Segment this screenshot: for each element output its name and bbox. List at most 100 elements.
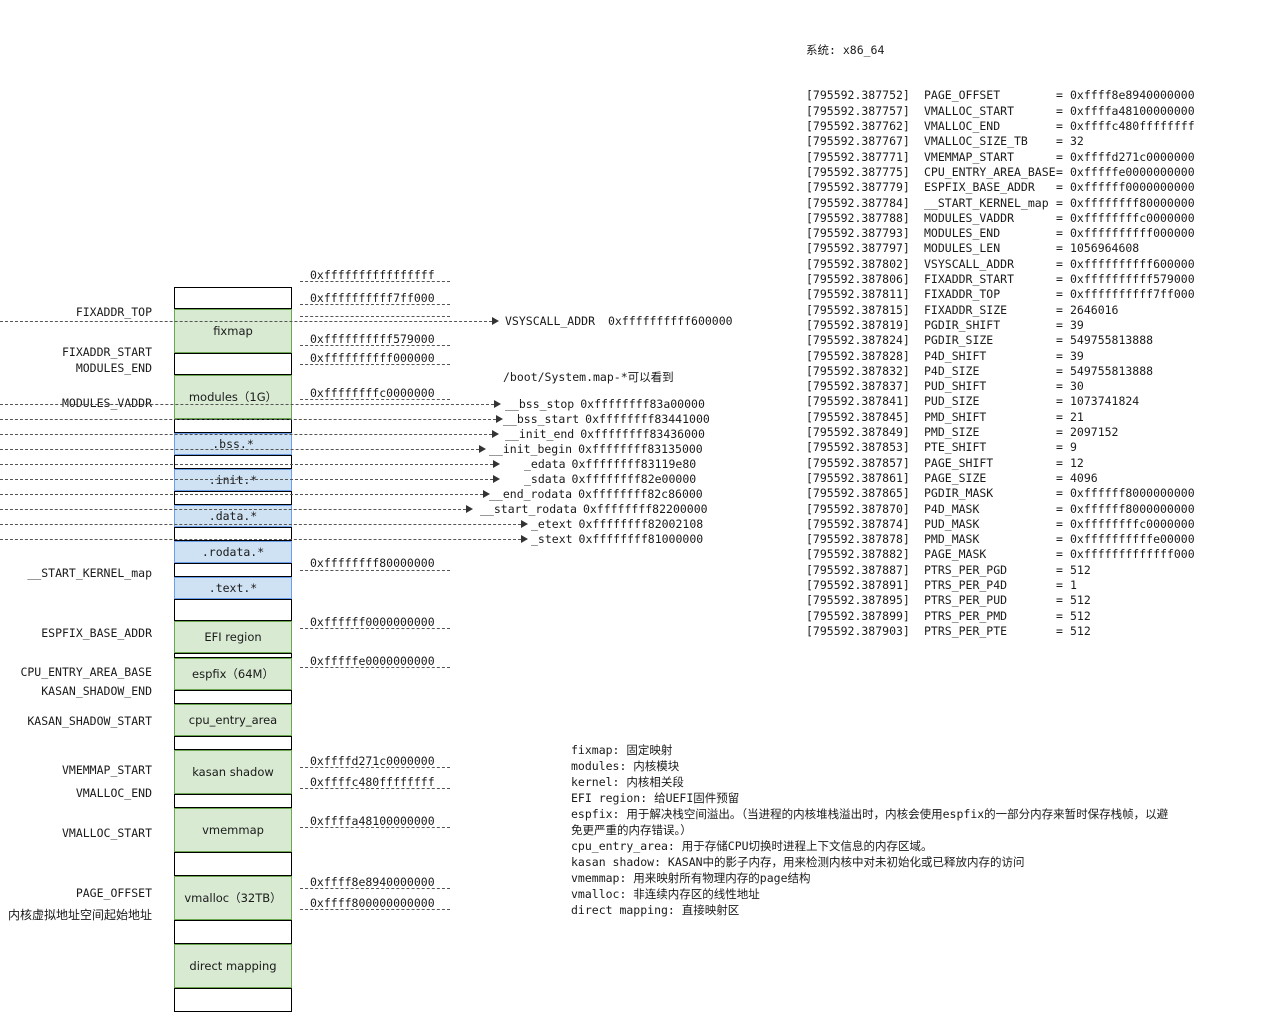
boundary-label: KASAN_SHADOW_START [27,714,152,728]
memory-block-label: vmalloc（32TB） [184,891,282,905]
symbol-annotation: __start_rodata 0xffffffff82200000 [480,502,708,516]
address-value: 0xffffffff80000000 [310,556,435,570]
log-equals: = [1056,363,1063,378]
symbol-name: __init_begin [489,442,573,456]
address-value: 0xffffc480ffffffff [310,775,435,789]
memory-block-text: .text.* [174,577,292,599]
log-equals: = [1056,394,1063,409]
log-symbol-name: __START_KERNEL_map [924,195,1049,210]
log-symbol-name: PGDIR_MASK [924,486,994,501]
kernel-log-line: [795592.387861] PAGE_SIZE = 4096 [806,471,1195,486]
memory-block-gap-bss-init [174,455,292,469]
memory-block-label: .rodata.* [201,545,265,559]
log-symbol-value: 39 [1070,348,1084,363]
symbol-address: 0xffffffff83441000 [585,412,710,426]
address-rule-line [300,316,450,317]
log-symbol-value: 512 [1070,608,1091,623]
memory-block-gap-modules-bss [174,419,292,433]
log-equals: = [1056,532,1063,547]
log-symbol-name: ESPFIX_BASE_ADDR [924,180,1035,195]
log-timestamp: [795592.387797] [806,241,910,256]
log-equals: = [1056,623,1063,638]
legend-line: vmalloc: 非连续内存区的线性地址 [571,887,760,901]
symbol-address: 0xffffffff82002108 [578,517,704,531]
log-symbol-name: VMALLOC_START [924,103,1015,118]
memory-block-cpu-entry-area: cpu_entry_area [174,704,292,736]
symbol-name: __bss_stop [505,397,575,411]
log-timestamp: [795592.387861] [806,470,910,485]
memory-block-label: kasan shadow [192,765,274,779]
symbol-name: _sdata [524,472,566,486]
memory-block-label: .data.* [208,509,258,523]
kernel-log-line: [795592.387815] FIXADDR_SIZE = 2646016 [806,303,1195,318]
address-value: 0xffff8e8940000000 [310,875,435,889]
symbol-leader-line [0,449,479,450]
memory-block-init: .init.* [174,469,292,491]
system-arch-line: 系统: x86_64 [806,42,885,57]
log-equals: = [1056,486,1063,501]
symbol-address: 0xffffffff83135000 [578,442,703,456]
kernel-log-line: [795592.387775] CPU_ENTRY_AREA_BASE= 0xfff… [806,165,1195,180]
kernel-log-line: [795592.387878] PMD_MASK = 0xffffffffffe000… [806,532,1195,547]
log-symbol-name: PAGE_MASK [924,547,987,562]
log-equals: = [1056,195,1063,210]
vsyscall-addr: 0xffffffffff600000 [607,314,733,328]
kernel-log-line: [795592.387779] ESPFIX_BASE_ADDR = 0xffffff… [806,180,1195,195]
legend-line: fixmap: 固定映射 [571,743,673,757]
boundary-label: VMALLOC_END [75,786,152,800]
log-symbol-value: 0xffffffffc0000000 [1070,516,1195,531]
symbol-name: __init_end [505,427,575,441]
log-symbol-value: 0xffffffffc0000000 [1070,210,1195,225]
symbol-annotation: _etext 0xffffffff82002108 [531,517,703,531]
memory-block-label: .init.* [208,473,258,487]
kernel-vaddr-start-note: 内核虚拟地址空间起始地址 [7,908,152,922]
log-symbol-value: 0xfffffffffffff000 [1070,547,1195,562]
memory-block-bss: .bss.* [174,433,292,455]
kernel-log-line: [795592.387762] VMALLOC_END = 0xffffc480fff… [806,119,1195,134]
log-timestamp: [795592.387802] [806,256,910,271]
symbol-leader-line [0,509,466,510]
symbol-name: _edata [524,457,566,471]
log-symbol-name: PMD_SHIFT [924,409,987,424]
symbol-annotation: _stext 0xffffffff81000000 [531,532,703,546]
log-symbol-value: 1056964608 [1070,241,1140,256]
log-symbol-name: VMALLOC_END [924,119,1001,134]
log-equals: = [1056,608,1063,623]
boundary-label: ESPFIX_BASE_ADDR [41,626,152,640]
log-symbol-value: 0xfffffe0000000000 [1070,164,1195,179]
log-timestamp: [795592.387784] [806,195,910,210]
memory-block-label: espfix（64M） [192,667,274,681]
symbol-address: 0xffffffff82c86000 [578,487,703,501]
memory-block-gap-cpuentry-kasan [174,736,292,750]
log-symbol-value: 0xffffc480ffffffff [1070,119,1195,134]
log-equals: = [1056,348,1063,363]
legend-line: EFI region: 给UEFI固件预留 [571,791,740,805]
log-timestamp: [795592.387832] [806,363,910,378]
log-symbol-value: 0xffff8e8940000000 [1070,88,1195,103]
log-equals: = [1056,134,1063,149]
symbol-name: __start_rodata [480,502,577,516]
symbol-annotation: __init_end 0xffffffff83436000 [505,427,705,441]
log-equals: = [1056,547,1063,562]
boundary-label: __START_KERNEL_map [27,566,152,580]
memory-block-label: vmemmap [202,823,264,837]
log-timestamp: [795592.387752] [806,88,910,103]
kernel-log-line: [795592.387819] PGDIR_SHIFT = 39 [806,318,1195,333]
kernel-log-panel: 系统: x86_64 [795592.387752] PAGE_OFFSET = 0x… [806,12,1195,654]
boundary-label: VMALLOC_START [61,826,152,840]
log-symbol-name: P4D_SIZE [924,363,980,378]
log-equals: = [1056,256,1063,271]
legend-line: espfix: 用于解决栈空间溢出。（当进程的内核堆栈溢出时，内核会使用espf… [571,807,1169,837]
boundary-label: FIXADDR_TOP [75,305,152,319]
log-equals: = [1056,241,1063,256]
log-timestamp: [795592.387757] [806,103,910,118]
log-equals: = [1056,317,1063,332]
vsyscall-annotation: VSYSCALL_ADDR 0xffffffffff600000 [505,314,733,328]
kernel-log-line: [795592.387806] FIXADDR_START = 0xfffffffff… [806,272,1195,287]
log-symbol-value: 21 [1070,409,1084,424]
memory-block-label: modules（1G） [188,390,278,404]
memory-block-gap-espfix-cpuentry [174,690,292,704]
log-symbol-value: 4096 [1070,470,1098,485]
log-symbol-value: 1073741824 [1070,394,1140,409]
log-symbol-value: 1 [1070,577,1077,592]
